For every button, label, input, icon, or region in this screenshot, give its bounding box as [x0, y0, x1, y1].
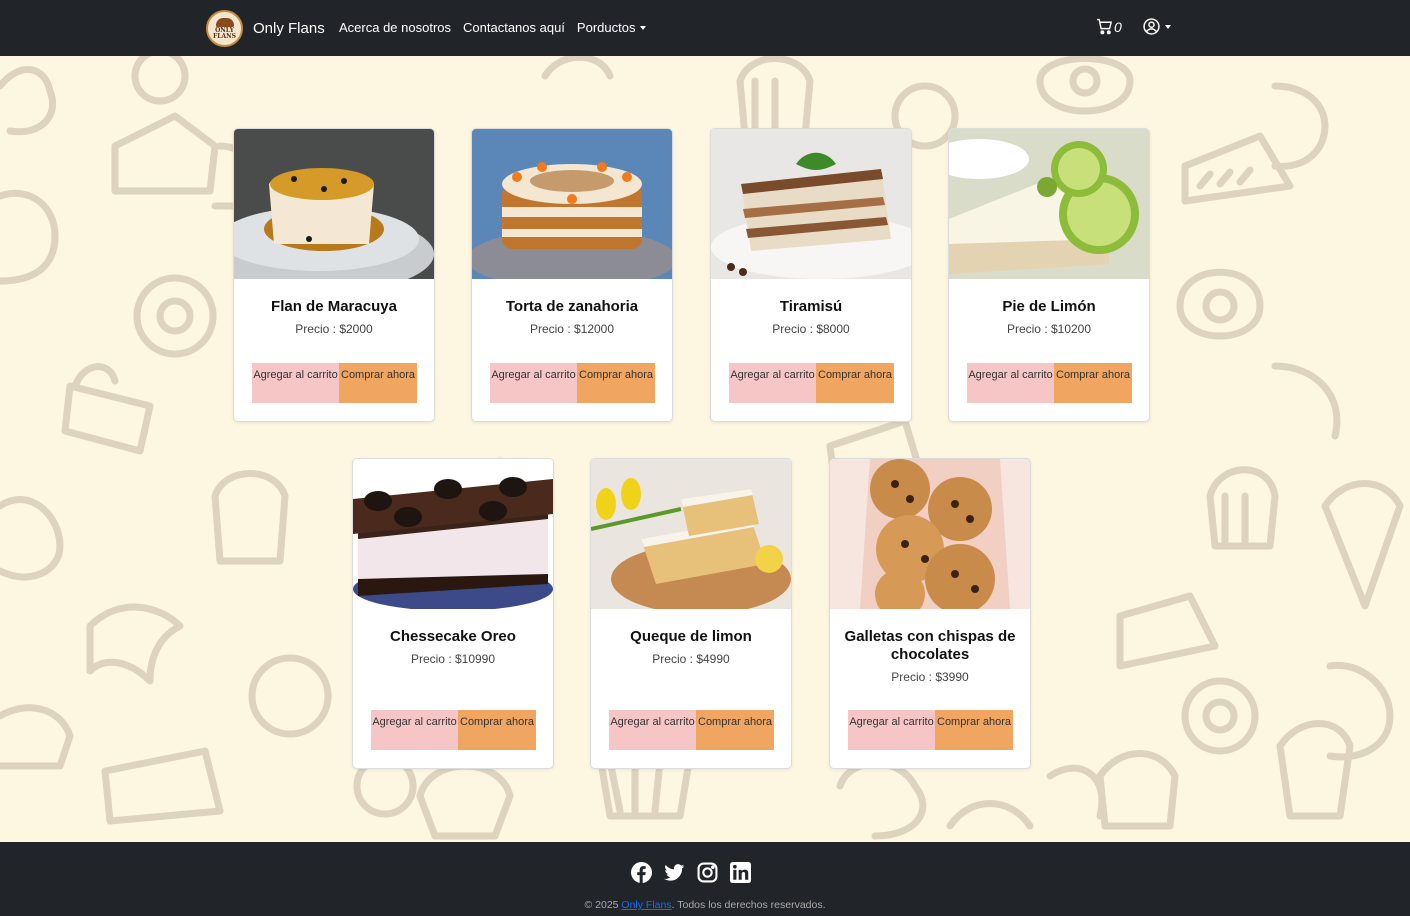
buy-now-button[interactable]: Comprar ahora [458, 710, 536, 750]
product-title: Flan de Maracuya [271, 298, 397, 315]
product-title: Pie de Limón [1002, 298, 1096, 315]
product-card: Pie de Limón Precio : $10200 Agregar al … [948, 128, 1150, 422]
add-to-cart-button[interactable]: Agregar al carrito [729, 363, 816, 403]
nav-dropdown-products-label: Porductos [576, 20, 636, 35]
add-to-cart-button[interactable]: Agregar al carrito [252, 363, 339, 403]
nav-dropdown-products[interactable]: Porductos [577, 20, 647, 35]
user-menu-button[interactable] [1143, 18, 1171, 35]
facebook-icon[interactable] [631, 862, 653, 884]
product-image[interactable] [472, 129, 672, 279]
product-card: Tiramisú Precio : $8000 Agregar al carri… [710, 128, 912, 422]
product-actions: Agregar al carrito Comprar ahora [729, 363, 894, 403]
copyright-prefix: © 2025 [584, 899, 622, 911]
product-actions: Agregar al carrito Comprar ahora [371, 710, 536, 750]
brand-logo-text: ONLY FLANS [213, 27, 236, 40]
copyright-suffix: . Todos los derechos reservados. [671, 899, 826, 911]
nav-link-about[interactable]: Acerca de nosotros [339, 20, 451, 35]
twitter-icon[interactable] [664, 862, 686, 884]
brand-logo[interactable]: ONLY FLANS [206, 10, 243, 47]
buy-now-button[interactable]: Comprar ahora [577, 363, 655, 403]
product-image[interactable] [591, 459, 791, 609]
product-price: Precio : $10200 [1006, 322, 1092, 336]
navbar: ONLY FLANS Only Flans Acerca de nosotros… [0, 0, 1410, 56]
product-price: Precio : $3990 [891, 670, 969, 684]
buy-now-button[interactable]: Comprar ahora [339, 363, 417, 403]
buy-now-button[interactable]: Comprar ahora [816, 363, 894, 403]
product-image[interactable] [949, 129, 1149, 279]
product-image[interactable] [830, 459, 1030, 609]
brand-name[interactable]: Only Flans [253, 20, 325, 37]
nav-link-contact[interactable]: Contactanos aquí [463, 20, 565, 35]
product-actions: Agregar al carrito Comprar ahora [609, 710, 774, 750]
product-price: Precio : $10990 [410, 652, 496, 666]
instagram-icon[interactable] [697, 862, 719, 884]
add-to-cart-button[interactable]: Agregar al carrito [609, 710, 696, 750]
product-image[interactable] [353, 459, 553, 609]
add-to-cart-button[interactable]: Agregar al carrito [371, 710, 458, 750]
product-card: Queque de limon Precio : $4990 Agregar a… [590, 458, 792, 769]
buy-now-button[interactable]: Comprar ahora [935, 710, 1013, 750]
footer: © 2025 Only Flans. Todos los derechos re… [0, 842, 1410, 916]
cart-button[interactable]: 0 [1096, 18, 1122, 35]
product-card: Chessecake Oreo Precio : $10990 Agregar … [352, 458, 554, 769]
product-image[interactable] [234, 129, 434, 279]
product-image[interactable] [711, 129, 911, 279]
product-title: Torta de zanahoria [505, 298, 639, 315]
product-price: Precio : $8000 [772, 322, 850, 336]
user-circle-icon [1143, 18, 1160, 35]
product-actions: Agregar al carrito Comprar ahora [967, 363, 1132, 403]
brand[interactable]: ONLY FLANS Only Flans [206, 10, 325, 47]
product-title: Galletas con chispas de chocolates [844, 628, 1016, 663]
linkedin-icon[interactable] [730, 862, 752, 884]
product-title: Chessecake Oreo [390, 628, 516, 645]
buy-now-button[interactable]: Comprar ahora [1054, 363, 1132, 403]
product-actions: Agregar al carrito Comprar ahora [252, 363, 417, 403]
chevron-down-icon [1165, 24, 1171, 29]
buy-now-button[interactable]: Comprar ahora [696, 710, 774, 750]
product-title: Tiramisú [779, 298, 843, 315]
product-card: Flan de Maracuya Precio : $2000 Agregar … [233, 128, 435, 422]
chevron-down-icon [640, 26, 647, 30]
product-price: Precio : $4990 [652, 652, 730, 666]
product-title: Queque de limon [630, 628, 752, 645]
cart-icon [1097, 18, 1113, 35]
add-to-cart-button[interactable]: Agregar al carrito [967, 363, 1054, 403]
product-price: Precio : $12000 [529, 322, 615, 336]
product-price: Precio : $2000 [295, 322, 373, 336]
add-to-cart-button[interactable]: Agregar al carrito [848, 710, 935, 750]
nav-links: Acerca de nosotros Contactanos aquí Pord… [339, 20, 658, 35]
product-card: Galletas con chispas de chocolates Preci… [829, 458, 1031, 769]
social-links [631, 862, 763, 884]
copyright: © 2025 Only Flans. Todos los derechos re… [0, 899, 1410, 911]
product-actions: Agregar al carrito Comprar ahora [848, 710, 1013, 750]
cart-count: 0 [1114, 18, 1122, 35]
add-to-cart-button[interactable]: Agregar al carrito [490, 363, 577, 403]
product-card: Torta de zanahoria Precio : $12000 Agreg… [471, 128, 673, 422]
product-actions: Agregar al carrito Comprar ahora [490, 363, 655, 403]
footer-brand-link[interactable]: Only Flans [621, 899, 671, 911]
